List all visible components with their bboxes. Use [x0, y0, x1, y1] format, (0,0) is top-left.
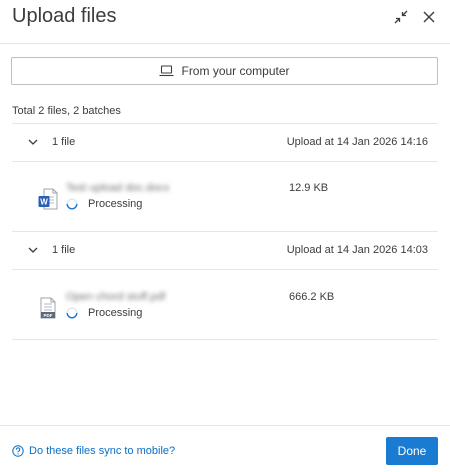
pdf-document-icon: PDF	[40, 297, 56, 319]
batch-upload-time: Upload at 14 Jan 2026 14:03	[286, 244, 428, 256]
spinner-icon	[66, 198, 78, 210]
file-status-label: Processing	[88, 307, 143, 319]
upload-files-dialog: Upload files From your computer Total 2 …	[0, 0, 450, 472]
file-size: 666.2 KB	[289, 291, 335, 303]
file-name: Test upload doc.docx	[66, 182, 170, 194]
laptop-icon	[159, 65, 174, 77]
file-status-label: Processing	[88, 198, 143, 210]
batch-file-count: 1 file	[52, 244, 76, 256]
chevron-down-icon[interactable]	[26, 243, 40, 257]
upload-summary: Total 2 files, 2 batches	[12, 105, 121, 117]
from-computer-button[interactable]: From your computer	[11, 57, 438, 85]
sync-help-link[interactable]: Do these files sync to mobile?	[12, 445, 175, 457]
svg-text:PDF: PDF	[44, 313, 53, 318]
file-row: PDF Open chord stuff.pdf Processing 666.…	[12, 291, 438, 341]
chevron-down-icon[interactable]	[26, 135, 40, 149]
done-button[interactable]: Done	[386, 437, 438, 465]
dialog-header: Upload files	[0, 0, 450, 44]
spinner-icon	[66, 307, 78, 319]
file-row: W Test upload doc.docx Processing 12.9 K…	[12, 182, 438, 232]
file-size: 12.9 KB	[289, 182, 329, 194]
dialog-footer: Do these files sync to mobile? Done	[0, 425, 450, 472]
sync-help-label: Do these files sync to mobile?	[29, 445, 176, 457]
divider	[12, 231, 438, 232]
file-status: Processing	[66, 307, 142, 319]
divider	[12, 123, 438, 124]
batch-file-count: 1 file	[52, 136, 76, 148]
dialog-title: Upload files	[12, 5, 117, 27]
divider	[12, 161, 438, 162]
word-document-icon: W	[38, 188, 58, 210]
divider	[12, 339, 438, 340]
help-circle-icon	[12, 445, 24, 457]
close-icon[interactable]	[420, 8, 438, 26]
minimize-icon[interactable]	[392, 8, 410, 26]
divider	[12, 269, 438, 270]
file-name: Open chord stuff.pdf	[66, 291, 166, 303]
batch-upload-time: Upload at 14 Jan 2026 14:16	[286, 136, 428, 148]
from-computer-label: From your computer	[181, 64, 290, 78]
batch-header[interactable]: 1 file Upload at 14 Jan 2026 14:16	[12, 128, 438, 156]
batch-header[interactable]: 1 file Upload at 14 Jan 2026 14:03	[12, 236, 438, 264]
file-status: Processing	[66, 198, 142, 210]
svg-text:W: W	[40, 198, 48, 207]
